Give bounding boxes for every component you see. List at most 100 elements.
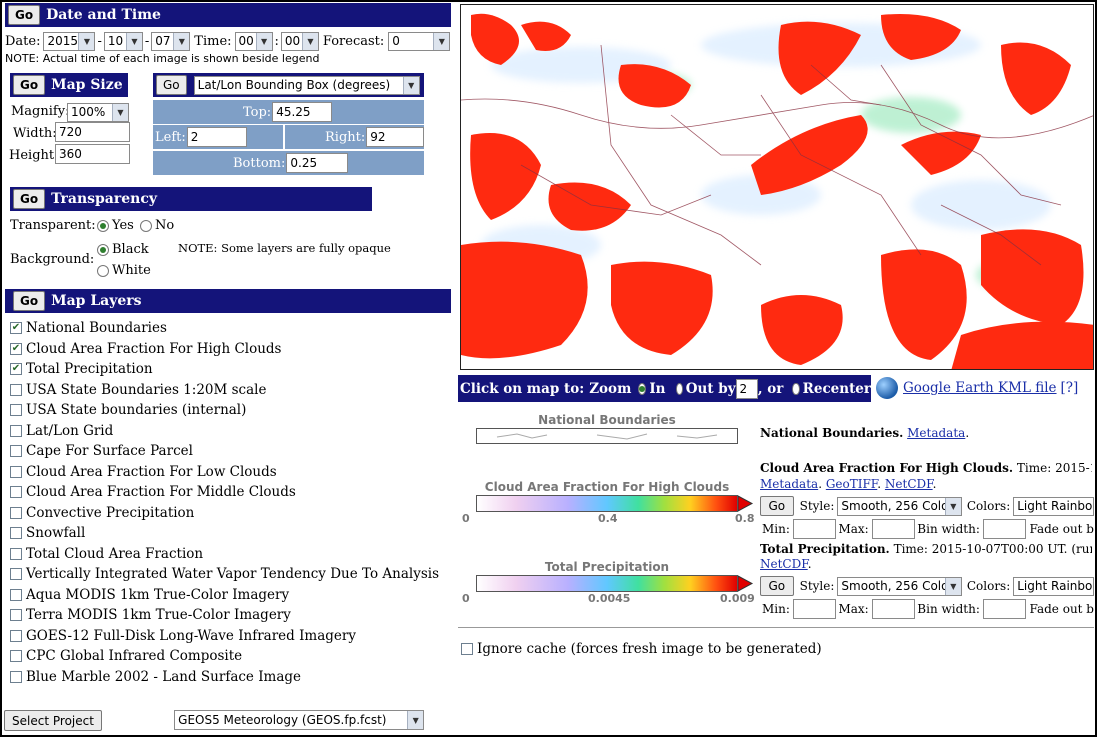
layer-item[interactable]: USA State Boundaries 1:20M scale (10, 380, 450, 401)
layer-item[interactable]: Convective Precipitation (10, 503, 450, 524)
month-select[interactable]: 10 ▼ (103, 31, 143, 51)
layer-item[interactable]: ✔ Total Precipitation (10, 359, 450, 380)
layer-item[interactable]: Terra MODIS 1km True-Color Imagery (10, 605, 450, 626)
transparency-go-button[interactable]: Go (13, 189, 46, 209)
precip-max-input[interactable] (871, 598, 916, 619)
layer-item[interactable]: Snowfall (10, 523, 450, 544)
zoom-out-radio[interactable] (675, 382, 683, 395)
checkbox-icon[interactable] (10, 465, 22, 478)
high-clouds-style-select[interactable]: Smooth, 256 Colors ▼ (837, 496, 962, 516)
checkbox-icon[interactable] (10, 445, 22, 458)
layer-item[interactable]: Blue Marble 2002 - Land Surface Image (10, 667, 450, 688)
transparent-no-option[interactable]: No (140, 218, 174, 233)
kml-link[interactable]: Google Earth KML file (903, 380, 1057, 396)
layer-item[interactable]: CPC Global Infrared Composite (10, 646, 450, 667)
width-input[interactable]: 720 (55, 122, 130, 142)
layer-item[interactable]: Lat/Lon Grid (10, 421, 450, 442)
precip-min-input[interactable] (792, 598, 837, 619)
map-size-go-button[interactable]: Go (13, 75, 46, 95)
checkbox-icon[interactable] (10, 588, 22, 601)
transparent-yes-option[interactable]: Yes (97, 218, 134, 233)
right-input[interactable]: 92 (366, 127, 424, 147)
checkbox-icon[interactable] (10, 527, 22, 540)
layer-item[interactable]: ✔ Cloud Area Fraction For High Clouds (10, 339, 450, 360)
magnify-select[interactable]: 100% ▼ (67, 102, 129, 122)
radio-selected-icon[interactable] (97, 243, 109, 256)
height-input[interactable]: 360 (55, 144, 130, 164)
hour-select[interactable]: 00 ▼ (234, 31, 273, 51)
checkbox-icon[interactable] (10, 670, 22, 683)
bbox-go-button[interactable]: Go (156, 75, 187, 95)
high-clouds-netcdf-link[interactable]: NetCDF (885, 477, 933, 491)
bottom-input[interactable]: 0.25 (286, 153, 349, 173)
checkbox-icon[interactable] (10, 383, 22, 396)
high-clouds-tick-min: 0 (462, 512, 470, 525)
select-project-button[interactable]: Select Project (4, 710, 102, 731)
checkbox-icon[interactable] (10, 650, 22, 663)
precip-bin-input[interactable] (982, 598, 1027, 619)
left-input[interactable]: 2 (186, 127, 247, 147)
layer-item[interactable]: ✔ National Boundaries (10, 318, 450, 339)
top-input[interactable]: 45.25 (272, 102, 333, 122)
high-clouds-max-input[interactable] (871, 518, 916, 539)
background-white-option[interactable]: White (97, 263, 151, 278)
radio-icon[interactable] (140, 219, 152, 232)
ignore-cache-option[interactable]: Ignore cache (forces fresh image to be g… (461, 641, 822, 657)
precip-go-button[interactable]: Go (760, 576, 794, 596)
map-layers-go-button[interactable]: Go (13, 291, 46, 311)
kml-help-link[interactable]: [?] (1061, 380, 1079, 396)
zoom-factor-input[interactable]: 2 (735, 378, 758, 399)
map-layers-title: Map Layers (51, 293, 142, 309)
zoom-in-radio[interactable] (638, 382, 647, 395)
high-clouds-go-button[interactable]: Go (760, 496, 794, 516)
year-select[interactable]: 2015 ▼ (43, 31, 96, 51)
recenter-radio[interactable] (792, 382, 800, 395)
precip-style-select[interactable]: Smooth, 256 Colors ▼ (837, 576, 962, 596)
radio-selected-icon[interactable] (97, 219, 109, 232)
layer-item[interactable]: Cloud Area Fraction For Low Clouds (10, 462, 450, 483)
checkbox-icon[interactable] (10, 629, 22, 642)
checkbox-icon[interactable] (10, 547, 22, 560)
high-clouds-colors-select[interactable]: Light Rainbow (1013, 496, 1094, 516)
checkbox-icon[interactable] (10, 404, 22, 417)
high-clouds-min-input[interactable] (792, 518, 837, 539)
high-clouds-bin-input[interactable] (982, 518, 1027, 539)
checkbox-icon[interactable] (10, 506, 22, 519)
checkbox-icon[interactable] (10, 609, 22, 622)
layer-item[interactable]: Aqua MODIS 1km True-Color Imagery (10, 585, 450, 606)
checkbox-icon[interactable] (461, 643, 473, 655)
layer-item[interactable]: Vertically Integrated Water Vapor Tenden… (10, 564, 450, 585)
checkbox-checked-icon[interactable]: ✔ (10, 342, 22, 355)
precip-colors-select[interactable]: Light Rainbow (1013, 576, 1094, 596)
height-label: Height: (9, 148, 59, 163)
checkbox-icon[interactable] (10, 424, 22, 437)
background-black-option[interactable]: Black (97, 242, 149, 257)
fade-label: Fade out b (1029, 521, 1094, 536)
layer-item[interactable]: Cloud Area Fraction For Middle Clouds (10, 482, 450, 503)
high-clouds-links: Metadata. GeoTIFF. NetCDF. (760, 477, 936, 491)
layer-item[interactable]: Total Cloud Area Fraction (10, 544, 450, 565)
layer-item[interactable]: GOES-12 Full-Disk Long-Wave Infrared Ima… (10, 626, 450, 647)
map-image[interactable] (460, 4, 1094, 370)
forecast-select[interactable]: 0 ▼ (388, 31, 451, 51)
layer-item[interactable]: USA State boundaries (internal) (10, 400, 450, 421)
opaque-note: NOTE: Some layers are fully opaque (178, 241, 391, 255)
checkbox-checked-icon[interactable]: ✔ (10, 322, 22, 335)
project-select[interactable]: GEOS5 Meteorology (GEOS.fp.fcst) ▼ (174, 710, 425, 730)
precip-tick-min: 0 (462, 592, 470, 605)
high-clouds-metadata-link[interactable]: Metadata (760, 477, 818, 491)
bbox-mode-select[interactable]: Lat/Lon Bounding Box (degrees) ▼ (193, 75, 420, 95)
date-time-header: Go Date and Time (5, 3, 451, 27)
high-clouds-geotiff-link[interactable]: GeoTIFF (826, 477, 877, 491)
radio-icon[interactable] (97, 264, 109, 277)
layer-label: Terra MODIS 1km True-Color Imagery (26, 607, 291, 624)
precip-netcdf-link[interactable]: NetCDF (760, 557, 808, 571)
day-select[interactable]: 07 ▼ (151, 31, 191, 51)
minute-select[interactable]: 00 ▼ (280, 31, 319, 51)
checkbox-icon[interactable] (10, 486, 22, 499)
layer-item[interactable]: Cape For Surface Parcel (10, 441, 450, 462)
date-time-go-button[interactable]: Go (8, 5, 41, 25)
checkbox-checked-icon[interactable]: ✔ (10, 363, 22, 376)
national-metadata-link[interactable]: Metadata (907, 426, 965, 440)
checkbox-icon[interactable] (10, 568, 22, 581)
